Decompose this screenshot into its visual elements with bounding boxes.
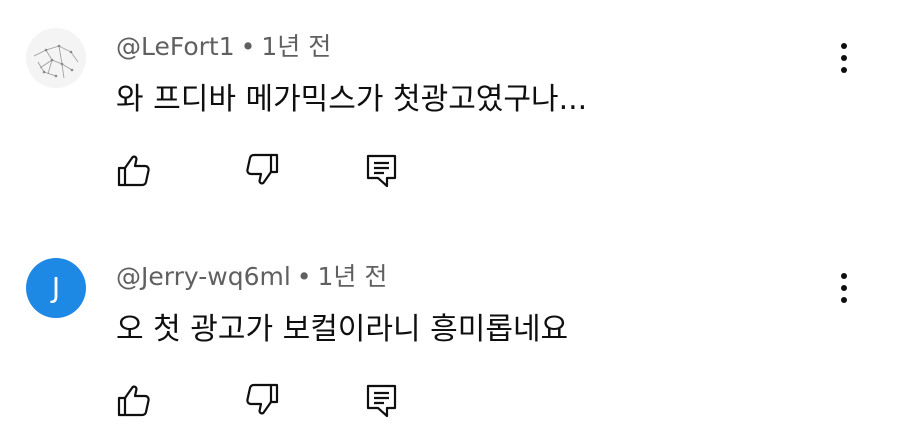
author-avatar[interactable] bbox=[26, 28, 86, 88]
meta-separator: • bbox=[296, 262, 312, 291]
author-avatar[interactable]: J bbox=[26, 258, 86, 318]
thumbs-down-icon bbox=[246, 383, 279, 415]
thumbs-down-icon bbox=[246, 153, 279, 185]
comment-meta: @Jerry-wq6ml • 1년 전 bbox=[116, 260, 387, 294]
author-name[interactable]: @LeFort1 bbox=[116, 32, 235, 61]
comment-actions bbox=[114, 150, 414, 190]
dislike-button[interactable] bbox=[242, 150, 282, 190]
reply-button[interactable] bbox=[362, 380, 402, 420]
sketch-avatar-icon bbox=[26, 28, 86, 88]
author-name[interactable]: @Jerry-wq6ml bbox=[116, 262, 291, 291]
reply-button[interactable] bbox=[362, 150, 402, 190]
comment-actions bbox=[114, 380, 414, 420]
like-button[interactable] bbox=[114, 380, 154, 420]
comment-meta: @LeFort1 • 1년 전 bbox=[116, 30, 331, 64]
thumbs-up-icon bbox=[117, 155, 150, 187]
comment-text: 오 첫 광고가 보컬이라니 흥미롭네요 bbox=[116, 312, 569, 347]
comment-time[interactable]: 1년 전 bbox=[318, 262, 388, 291]
avatar-letter: J bbox=[51, 271, 61, 304]
more-vertical-icon[interactable] bbox=[826, 38, 862, 78]
comment-time[interactable]: 1년 전 bbox=[261, 32, 331, 61]
reply-icon bbox=[366, 384, 397, 418]
reply-icon bbox=[366, 154, 397, 188]
dislike-button[interactable] bbox=[242, 380, 282, 420]
like-button[interactable] bbox=[114, 150, 154, 190]
comment-text: 와 프디바 메가믹스가 첫광고였구나... bbox=[116, 82, 588, 117]
meta-separator: • bbox=[240, 32, 256, 61]
thumbs-up-icon bbox=[117, 385, 150, 417]
more-vertical-icon[interactable] bbox=[826, 268, 862, 308]
